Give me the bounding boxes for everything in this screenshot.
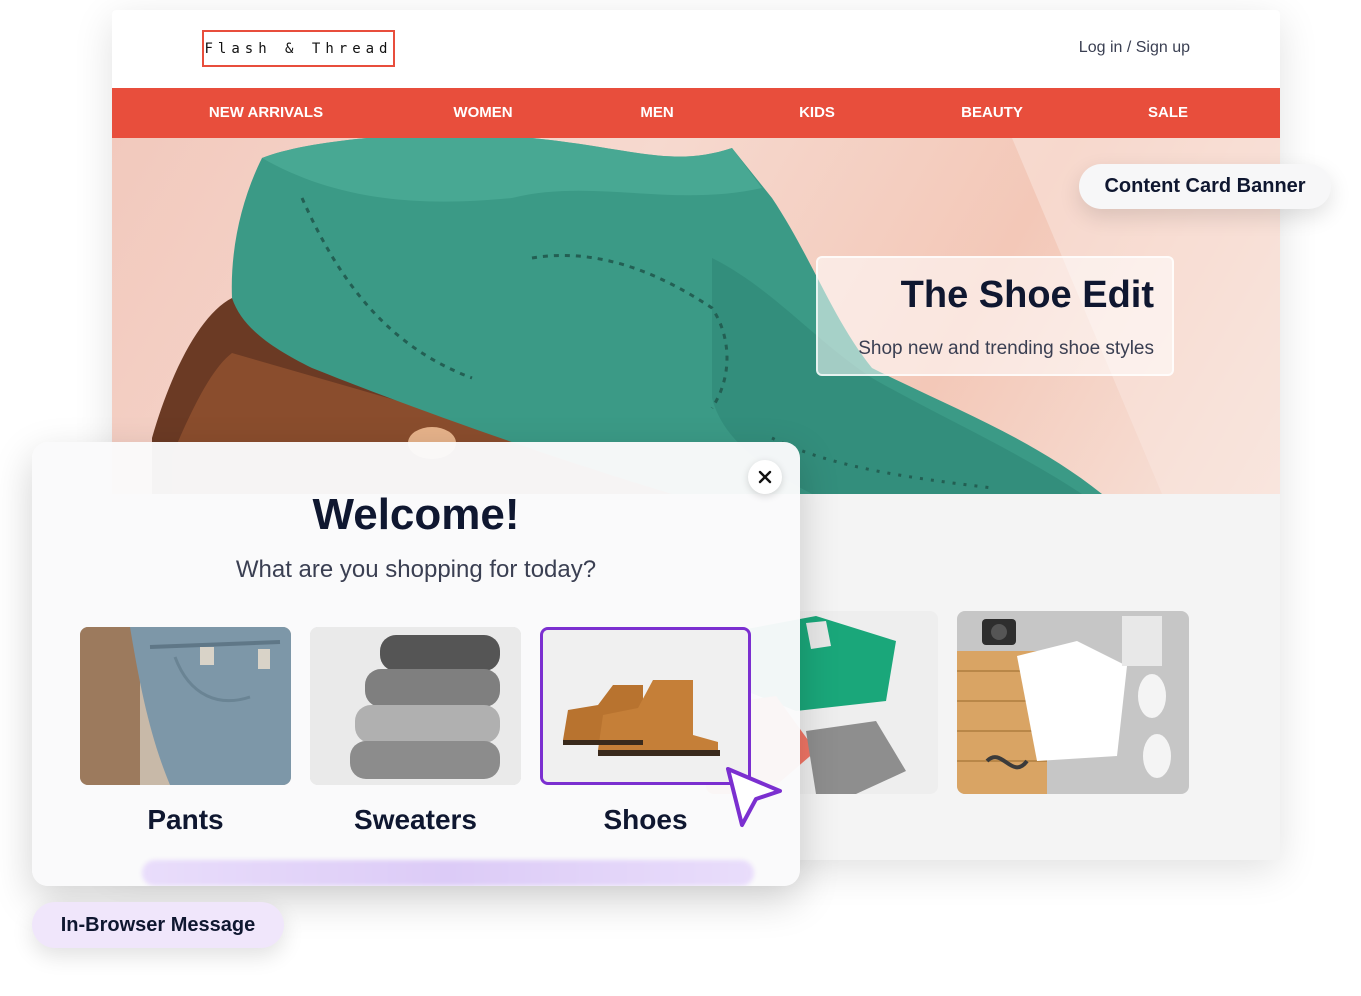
nav-beauty[interactable]: BEAUTY — [961, 88, 1023, 138]
main-nav: NEW ARRIVALS WOMEN MEN KIDS BEAUTY SALE — [112, 88, 1280, 138]
nav-new-arrivals[interactable]: NEW ARRIVALS — [209, 88, 323, 138]
white-tees-image — [957, 611, 1189, 794]
nav-sale[interactable]: SALE — [1148, 88, 1188, 138]
nav-men[interactable]: MEN — [640, 88, 673, 138]
pointer-cursor-icon — [726, 767, 782, 827]
hero-title: The Shoe Edit — [900, 274, 1154, 316]
close-button[interactable] — [748, 460, 782, 494]
login-signup-link[interactable]: Log in / Sign up — [1079, 39, 1190, 57]
hero-text-card: The Shoe Edit Shop new and trending shoe… — [816, 256, 1174, 376]
nav-kids[interactable]: KIDS — [799, 88, 835, 138]
product-card-white-tees[interactable] — [957, 611, 1189, 794]
option-sweaters[interactable] — [310, 627, 521, 785]
option-label-shoes: Shoes — [603, 804, 688, 835]
hero-subtitle: Shop new and trending shoe styles — [858, 338, 1154, 359]
option-label-pants: Pants — [147, 804, 224, 835]
pants-image — [80, 627, 291, 785]
shoes-image — [543, 630, 748, 782]
content-card-banner-callout: Content Card Banner — [1079, 164, 1331, 209]
sweaters-image — [310, 627, 521, 785]
nav-women[interactable]: WOMEN — [453, 88, 512, 138]
welcome-modal: Welcome! What are you shopping for today… — [32, 442, 800, 886]
brand-logo[interactable]: Flash & Thread — [202, 30, 395, 67]
option-pants[interactable] — [80, 627, 291, 785]
modal-title: Welcome! — [312, 490, 520, 539]
modal-subtitle: What are you shopping for today? — [235, 556, 597, 583]
option-label-sweaters: Sweaters — [354, 804, 477, 835]
close-icon — [758, 470, 772, 484]
option-shoes[interactable] — [540, 627, 751, 785]
in-browser-message-callout: In-Browser Message — [32, 902, 284, 948]
site-header: Flash & Thread Log in / Sign up — [112, 10, 1280, 88]
modal-glow-bar — [142, 860, 754, 886]
